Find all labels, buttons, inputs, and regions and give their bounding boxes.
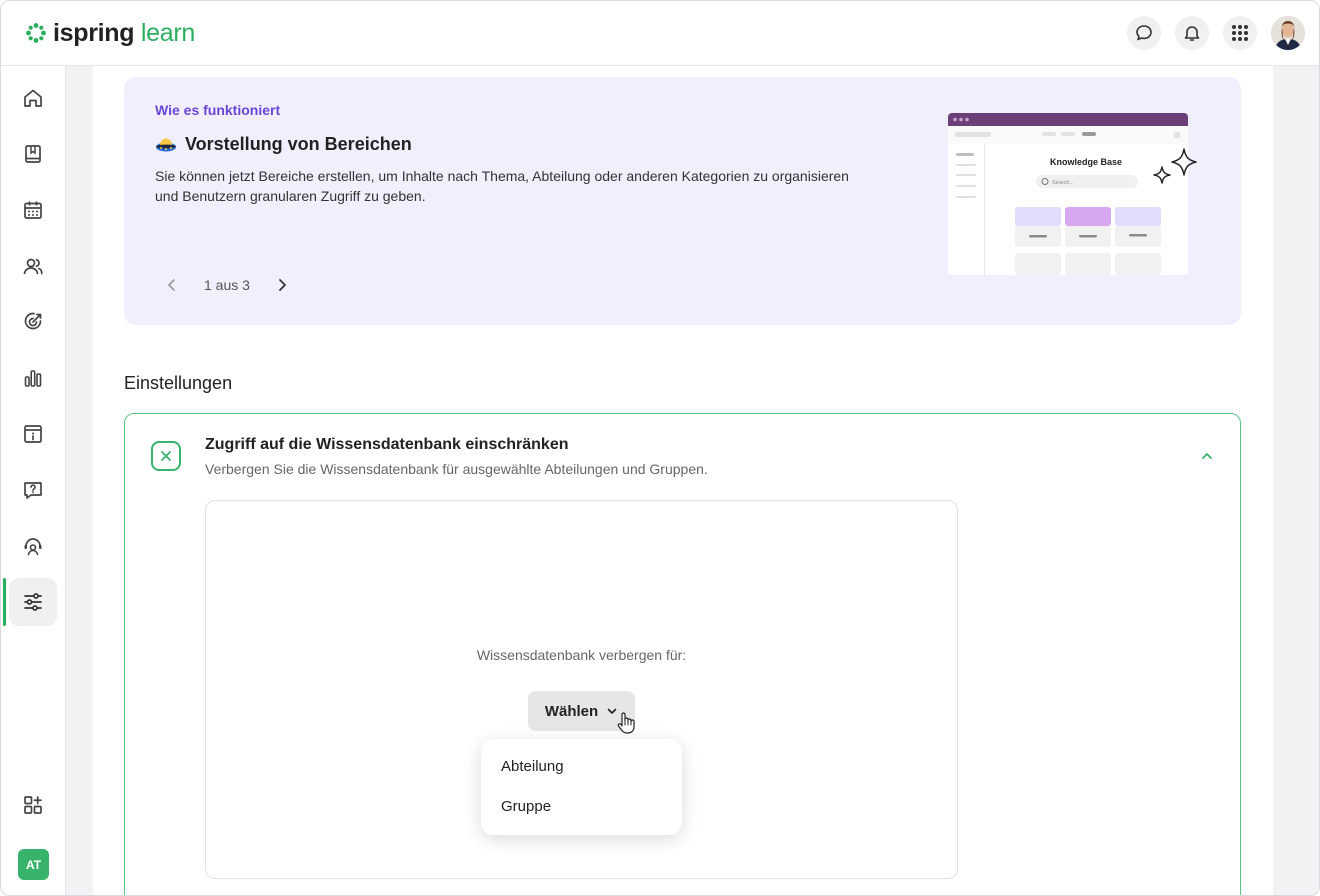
mock-search: Search...: [1052, 180, 1074, 186]
chevron-left-icon: [168, 279, 175, 291]
user-initials-badge[interactable]: AT: [18, 849, 49, 880]
restrict-access-card: Zugriff auf die Wissensdatenbank einschr…: [124, 413, 1241, 895]
sidebar-active-indicator: [3, 578, 6, 626]
hand-cursor-icon: [617, 712, 635, 734]
sidebar-item-help[interactable]: [9, 466, 57, 514]
pager-prev-button[interactable]: [162, 275, 182, 295]
hide-for-panel: Wissensdatenbank verbergen für: Wählen A…: [205, 500, 958, 879]
home-icon: [24, 89, 42, 107]
close-icon: [161, 451, 171, 461]
logo-text: ispring learn: [53, 19, 195, 47]
pager-label: 1 aus 3: [204, 277, 250, 293]
help-icon: [24, 482, 42, 499]
logo-text-part1: ispring: [53, 19, 135, 47]
sidebar-item-home[interactable]: [9, 74, 57, 122]
promo-banner: Wie es funktioniert Vorstellung von Bere…: [124, 77, 1241, 325]
bar-chart-icon: [24, 370, 42, 387]
settings-section-title: Einstellungen: [124, 373, 233, 393]
top-bar: ispring learn: [1, 1, 1319, 66]
apps-grid-icon: [1232, 25, 1248, 41]
chat-icon: [1136, 25, 1152, 41]
chevron-up-icon: [1202, 453, 1212, 459]
chat-button[interactable]: [1127, 16, 1161, 50]
calendar-icon: [24, 201, 42, 219]
sidebar-item-goals[interactable]: [9, 298, 57, 346]
notifications-button[interactable]: [1175, 16, 1209, 50]
book-icon: [25, 145, 41, 163]
flying-saucer-icon: [156, 138, 176, 151]
sidebar-item-support[interactable]: [9, 522, 57, 570]
hide-for-label: Wissensdatenbank verbergen für:: [476, 647, 687, 663]
settings-sliders-icon: [24, 593, 42, 611]
promo-description: Sie können jetzt Bereiche erstellen, um …: [155, 168, 849, 204]
chevron-right-icon: [279, 279, 286, 291]
logo[interactable]: ispring learn: [25, 19, 195, 47]
app-window: ispring learn AT Wie es funktioniert Vor…: [0, 0, 1320, 896]
sparkle-icon: [1153, 148, 1197, 184]
mock-title: Knowledge Base: [1050, 157, 1122, 167]
users-icon: [23, 258, 43, 275]
sidebar-item-info[interactable]: [9, 410, 57, 458]
main-content: Wie es funktioniert Vorstellung von Bere…: [93, 66, 1273, 895]
bell-icon: [1184, 26, 1200, 41]
dropdown-option-department[interactable]: Abteilung: [501, 758, 564, 775]
promo-pager: 1 aus 3: [162, 275, 292, 295]
sidebar-item-settings[interactable]: [9, 578, 57, 626]
knowledge-base-illustration: Knowledge Base Search...: [948, 113, 1188, 275]
logo-text-part2: learn: [140, 19, 195, 47]
pager-next-button[interactable]: [272, 275, 292, 295]
knowledge-base-mock: Knowledge Base Search...: [948, 113, 1188, 275]
promo-kicker: Wie es funktioniert: [155, 102, 281, 118]
choose-dropdown-menu: Abteilung Gruppe: [481, 739, 682, 835]
user-avatar[interactable]: [1271, 16, 1305, 50]
support-icon: [24, 538, 42, 556]
promo-title-text: Vorstellung von Bereichen: [185, 134, 412, 154]
sidebar-item-library[interactable]: [9, 130, 57, 178]
dropdown-option-group[interactable]: Gruppe: [501, 798, 551, 815]
add-widget-icon: [24, 796, 42, 814]
target-icon: [24, 312, 42, 330]
collapse-card-button[interactable]: [1197, 446, 1217, 466]
sidebar-item-reports[interactable]: [9, 354, 57, 402]
card-title: Zugriff auf die Wissensdatenbank einschr…: [205, 436, 569, 453]
sidebar-item-users[interactable]: [9, 242, 57, 290]
choose-label: Wählen: [544, 702, 599, 720]
sidebar-add-widget[interactable]: [9, 781, 57, 829]
apps-button[interactable]: [1223, 16, 1257, 50]
sidebar-item-calendar[interactable]: [9, 186, 57, 234]
promo-title: Vorstellung von Bereichen: [155, 134, 412, 155]
logo-icon: [26, 23, 46, 43]
restrict-status-icon: [151, 441, 181, 471]
sidebar: AT: [1, 66, 66, 895]
card-subtitle: Verbergen Sie die Wissensdatenbank für a…: [205, 461, 708, 477]
avatar-image: [1271, 16, 1305, 50]
info-panel-icon: [24, 425, 42, 443]
